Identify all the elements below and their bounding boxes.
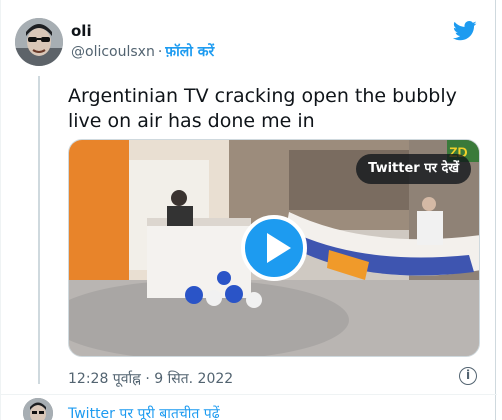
tweet-timestamp[interactable]: 12:28 पूर्वाह्न · 9 सित. 2022 [68,369,233,388]
separator-dot: · [157,44,163,60]
play-button[interactable] [241,215,307,281]
tweet-text: Argentinian TV cracking open the bubbly … [68,85,457,132]
video-player[interactable]: ZD Twitter पर देखें [68,139,480,357]
author-avatar[interactable] [15,18,63,66]
author-handle[interactable]: @olicoulsxn [71,44,155,60]
watch-on-twitter-button[interactable]: Twitter पर देखें [356,154,471,184]
divider [1,394,497,395]
author-handle-row: @olicoulsxn · फ़ॉलो करें [71,42,214,61]
author-name[interactable]: oli [71,22,92,40]
info-icon[interactable]: i [459,367,477,385]
follow-button[interactable]: फ़ॉलो करें [165,44,214,60]
thread-line [38,76,40,384]
embedded-tweet-card: oli @olicoulsxn · फ़ॉलो करें Argentinian T… [0,0,497,420]
twitter-bird-icon[interactable] [452,20,477,42]
read-conversation-link[interactable]: Twitter पर पूरी बातचीत पढ़ें [68,404,220,420]
reply-avatar [23,398,53,420]
play-icon [267,233,291,263]
